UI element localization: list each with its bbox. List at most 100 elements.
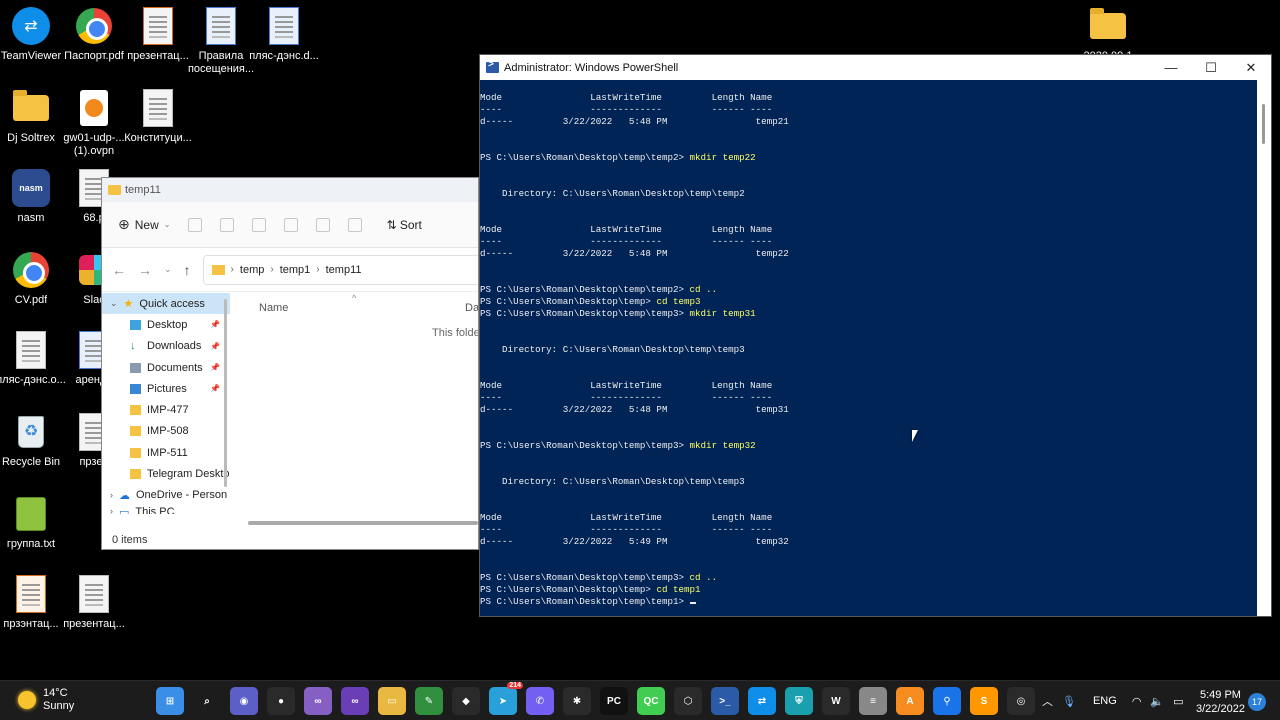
visual-studio-icon[interactable]: ∞ <box>304 687 332 715</box>
breadcrumb-item[interactable]: temp1 <box>280 264 311 276</box>
sublime-icon[interactable]: S <box>970 687 998 715</box>
console-output[interactable]: Mode LastWriteTime Length Name ---- -----… <box>480 92 1255 608</box>
console-line: PS C:\Users\Roman\Desktop\temp\temp2> cd… <box>480 284 1255 296</box>
desktop-icon-rules[interactable]: Правила посещения... <box>188 6 254 76</box>
forward-arrow-icon[interactable]: → <box>138 262 152 278</box>
folder-icon <box>1088 6 1128 46</box>
shield-icon[interactable]: ⛨ <box>785 687 813 715</box>
language-indicator[interactable]: ENG <box>1093 695 1117 707</box>
volume-icon[interactable]: 🔈 <box>1150 695 1164 708</box>
file-list: Name ^ Da This folder <box>232 293 478 529</box>
obs-icon[interactable]: ◎ <box>1007 687 1035 715</box>
slack-icon[interactable]: ✱ <box>563 687 591 715</box>
console-command: mkdir temp31 <box>689 308 756 319</box>
nav-item-imp-508[interactable]: IMP-508 <box>102 421 230 442</box>
desktop-icon-recycle-bin[interactable]: ♻ Recycle Bin <box>0 412 62 469</box>
copy-icon[interactable] <box>220 217 235 232</box>
nav-item-downloads[interactable]: ↓ Downloads 📌 <box>102 336 230 357</box>
database-icon[interactable]: ≡ <box>859 687 887 715</box>
teamviewer-icon[interactable]: ⇄ <box>748 687 776 715</box>
console-command: mkdir temp32 <box>689 440 756 451</box>
console-scrollbar[interactable] <box>1257 80 1271 616</box>
document-icon <box>138 6 178 46</box>
cut-icon[interactable] <box>188 217 203 232</box>
nav-item-pictures[interactable]: Pictures 📌 <box>102 378 230 399</box>
cube-icon[interactable]: ⬡ <box>674 687 702 715</box>
breadcrumb-item[interactable]: temp11 <box>326 264 362 276</box>
close-button[interactable]: ✕ <box>1231 60 1271 76</box>
back-arrow-icon[interactable]: ← <box>112 262 126 278</box>
telegram-icon[interactable]: ➤ 214 <box>489 682 523 715</box>
nav-this-pc[interactable]: › ▭ This PC <box>102 506 230 514</box>
wifi-icon[interactable]: ◠ <box>1132 695 1142 708</box>
new-button[interactable]: ⊕ New ⌄ <box>118 216 170 233</box>
powershell-icon[interactable]: >_ <box>711 687 739 715</box>
desktop-icon-dance-doc[interactable]: пляс-дэнс.d... <box>249 6 319 63</box>
up-arrow-icon[interactable]: ↑ <box>184 262 191 278</box>
desktop-icon-nasm[interactable]: nasm nasm <box>0 168 62 225</box>
nav-quick-access[interactable]: ⌄ ★ Quick access <box>102 293 230 315</box>
desktop-icon-passport[interactable]: Паспорт.pdf <box>63 6 125 63</box>
delete-icon[interactable] <box>348 217 363 232</box>
git-icon[interactable]: ◆ <box>452 687 480 715</box>
desktop-icon-dj-soltrex[interactable]: Dj Soltrex <box>0 88 62 145</box>
mouse-cursor-icon <box>912 430 918 442</box>
notepad-icon[interactable]: ✎ <box>415 687 443 715</box>
qt-creator-icon[interactable]: QC <box>637 687 665 715</box>
clock[interactable]: 5:49 PM 3/22/2022 <box>1196 688 1245 716</box>
horizontal-scrollbar[interactable] <box>248 521 478 525</box>
desktop-icon-presentation[interactable]: презентац... <box>127 6 189 63</box>
search-icon[interactable]: ⌕ <box>193 687 221 715</box>
sort-button[interactable]: ⇅ Sort <box>386 218 421 232</box>
minimize-button[interactable]: — <box>1151 60 1191 76</box>
file-explorer-icon[interactable]: ▭ <box>378 687 406 715</box>
battery-icon[interactable]: ▭ <box>1173 695 1183 708</box>
desktop-icon-prezentac[interactable]: презентац... <box>63 574 125 631</box>
paste-icon[interactable] <box>252 217 267 232</box>
chrome-icon[interactable]: ● <box>267 687 295 715</box>
recent-chevron-icon[interactable]: ⌄ <box>164 264 172 275</box>
desktop-icon-cv[interactable]: CV.pdf <box>0 250 62 307</box>
breadcrumb-item[interactable]: temp <box>240 264 264 276</box>
pycharm-icon[interactable]: PC <box>600 687 628 715</box>
maps-icon[interactable]: ⚲ <box>933 687 961 715</box>
console-command: cd temp3 <box>656 296 701 307</box>
visual-studio-icon[interactable]: ∞ <box>341 687 369 715</box>
viber-icon[interactable]: ✆ <box>526 687 554 715</box>
console-line: ---- ------------- ------ ---- <box>480 392 773 403</box>
column-date[interactable]: Da <box>465 302 478 314</box>
breadcrumb[interactable]: › temp › temp1 › temp11 <box>202 254 478 285</box>
maximize-button[interactable]: ☐ <box>1191 60 1231 76</box>
nav-onedrive[interactable]: › ☁ OneDrive - Person <box>102 485 230 506</box>
notification-badge[interactable]: 17 <box>1248 693 1266 711</box>
powershell-window[interactable]: Administrator: Windows PowerShell — ☐ ✕ … <box>479 54 1272 617</box>
desktop-icon-ovpn[interactable]: gw01-udp-... (1).ovpn <box>63 88 125 158</box>
desktop-icon-group-txt[interactable]: группа.txt <box>0 494 62 551</box>
desktop-icon-dance-o[interactable]: пляс-дэнс.о... <box>0 330 66 387</box>
nav-item-documents[interactable]: Documents 📌 <box>102 357 230 378</box>
rename-icon[interactable] <box>284 217 299 232</box>
nav-item-desktop[interactable]: Desktop 📌 <box>102 314 230 335</box>
nav-item-imp-477[interactable]: IMP-477 <box>102 399 230 420</box>
nav-scrollbar[interactable] <box>224 299 227 487</box>
powershell-title-bar[interactable]: Administrator: Windows PowerShell — ☐ ✕ <box>480 55 1271 80</box>
desktop-icon-przentac[interactable]: прзэнтац... <box>0 574 62 631</box>
nav-label: Telegram Deskto <box>147 468 230 481</box>
windows-start-icon[interactable]: ⊞ <box>156 687 184 715</box>
column-name[interactable]: Name <box>259 302 288 314</box>
share-icon[interactable] <box>316 217 331 232</box>
chevron-up-icon[interactable]: ︿ <box>1042 693 1053 709</box>
avast-icon[interactable]: A <box>896 687 924 715</box>
chat-icon[interactable]: ◉ <box>230 687 258 715</box>
nav-item-imp-511[interactable]: IMP-511 <box>102 442 230 463</box>
microphone-icon[interactable]: 🎙 <box>1062 695 1076 708</box>
file-explorer-window[interactable]: temp11 ⊕ New ⌄ ⇅ Sort ← → ⌄ ↑ › temp › t… <box>101 177 479 550</box>
desktop-icon-constitution[interactable]: Конституци... <box>124 88 192 145</box>
desktop-icon-teamviewer[interactable]: ⇄ TeamViewer <box>0 6 62 63</box>
weather-widget[interactable]: 14°C Sunny <box>18 687 74 713</box>
explorer-title-bar[interactable]: temp11 <box>102 178 478 202</box>
nav-item-telegram[interactable]: Telegram Deskto <box>102 463 230 484</box>
breadcrumb-separator: › <box>270 264 274 275</box>
wordpress-icon[interactable]: W <box>822 687 850 715</box>
